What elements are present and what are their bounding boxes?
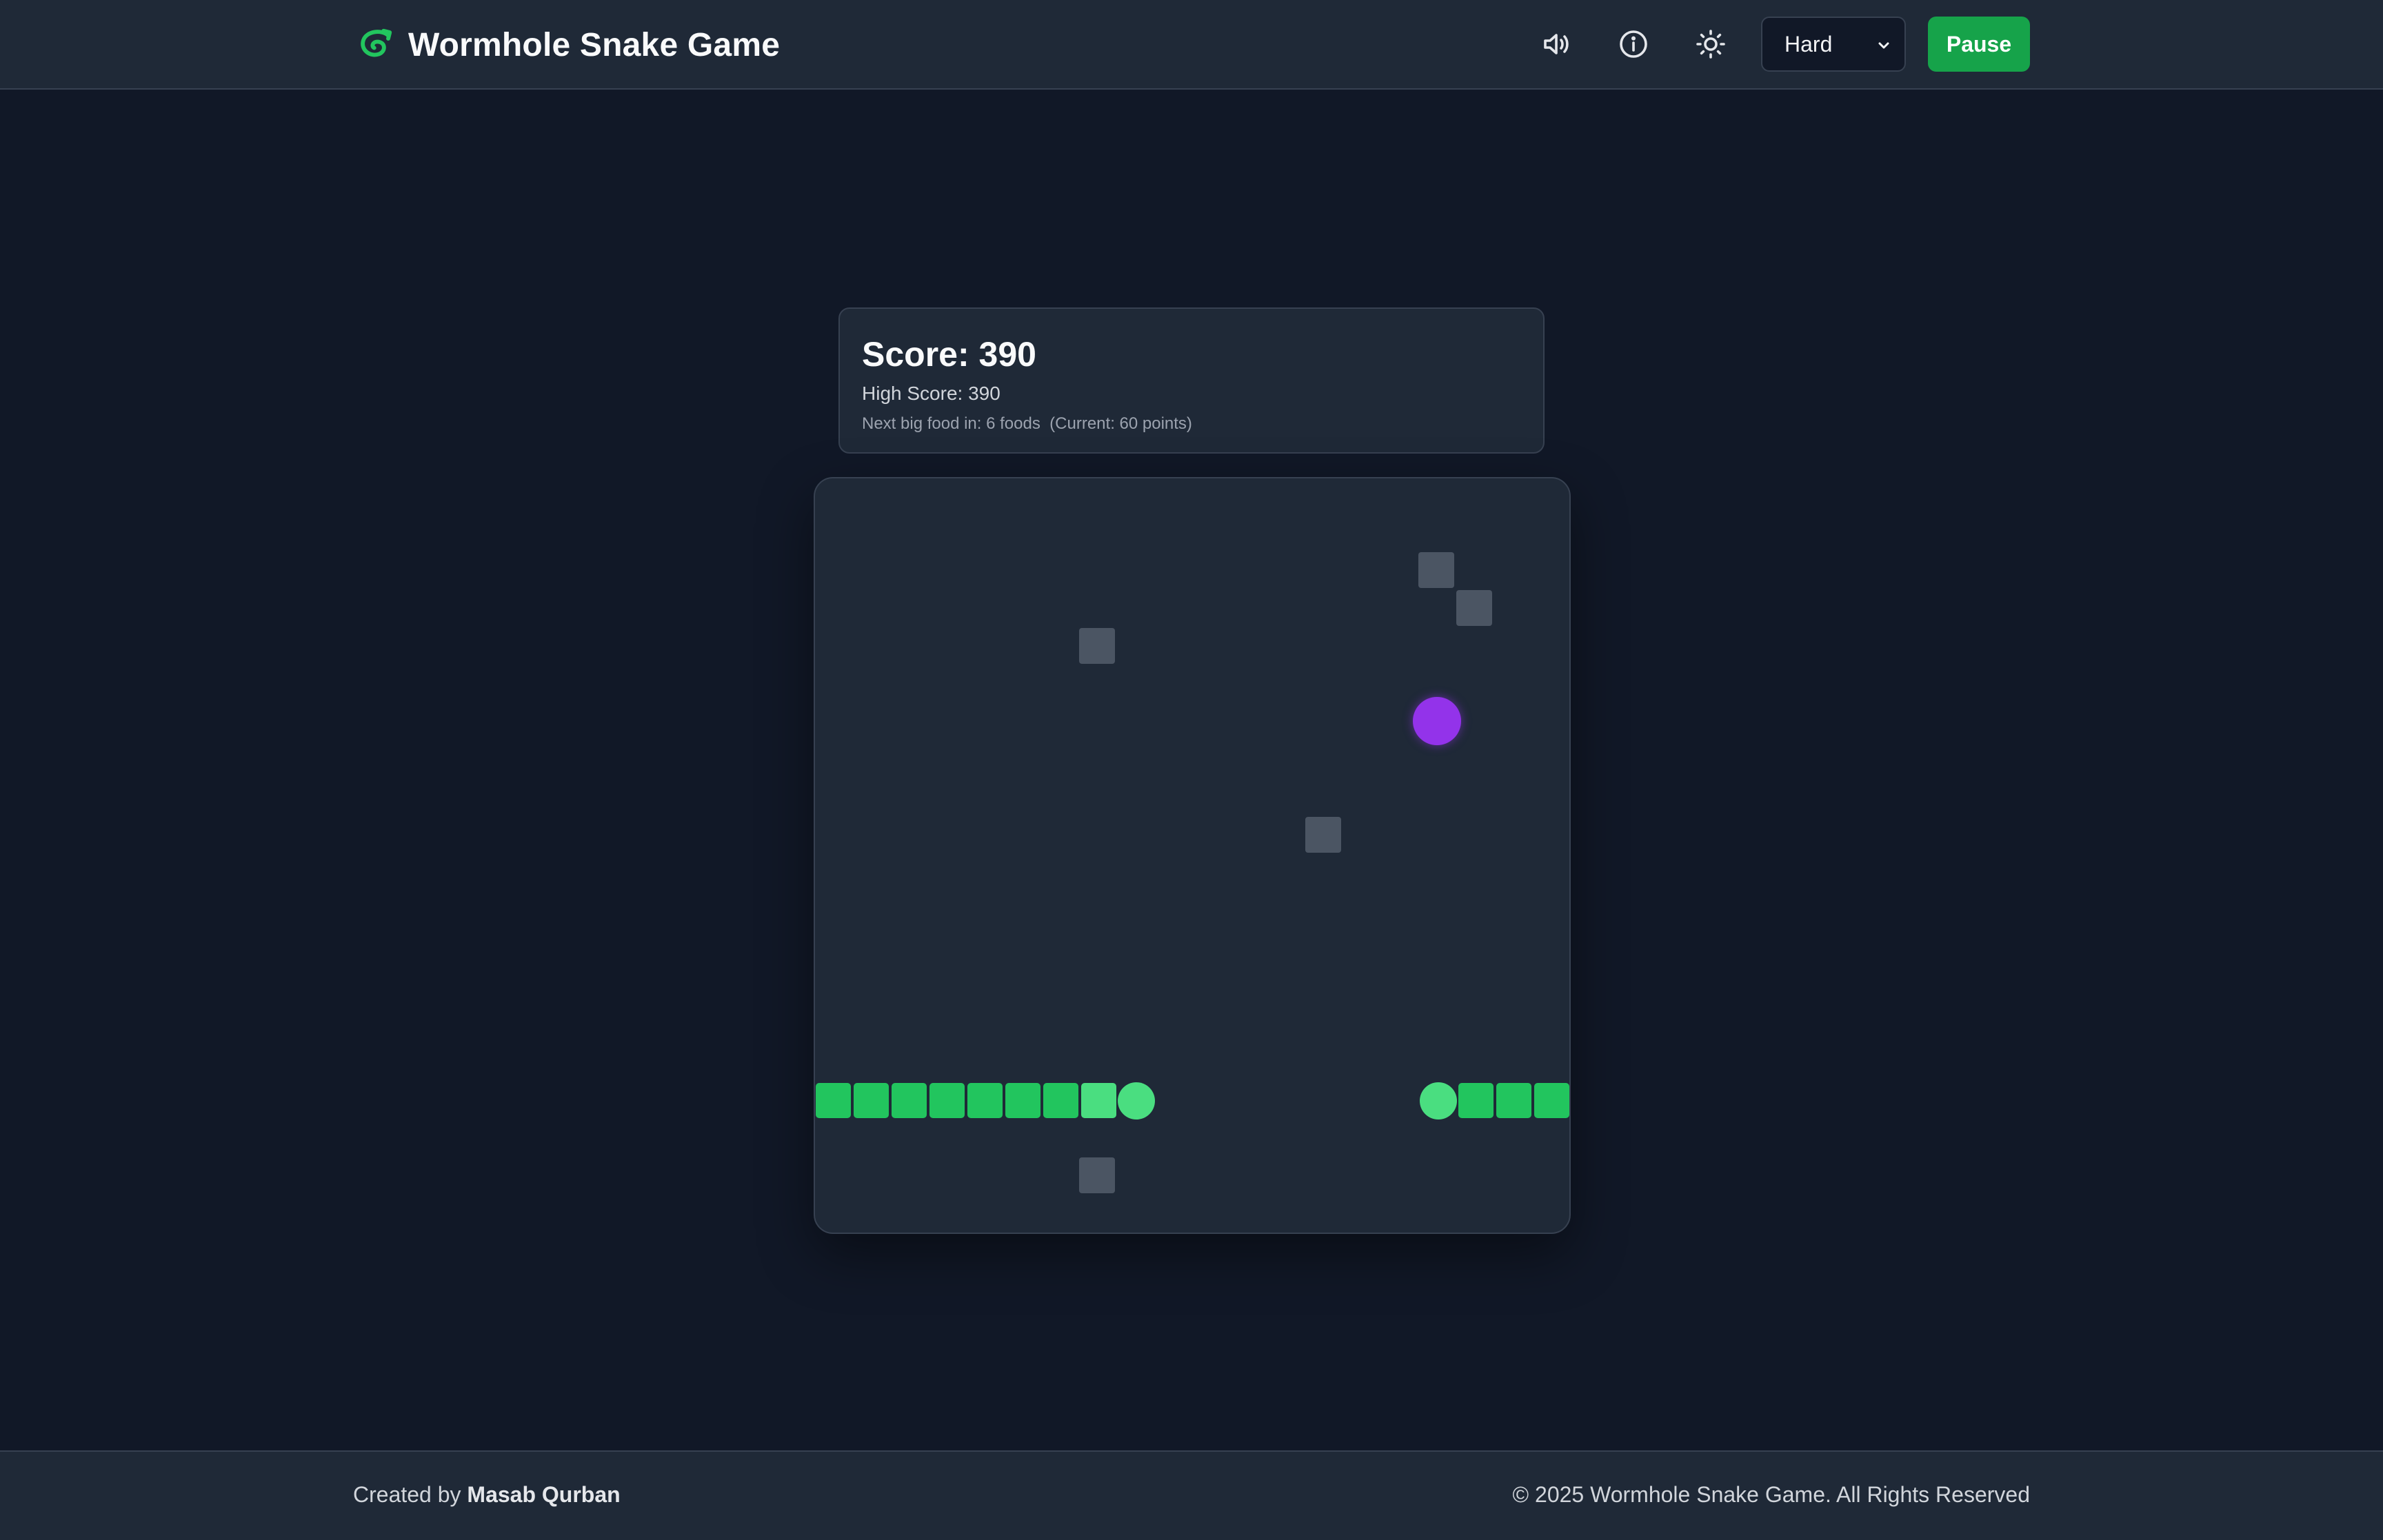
snake-segment xyxy=(1458,1083,1494,1118)
pause-button[interactable]: Pause xyxy=(1928,17,2030,72)
obstacle-block xyxy=(1418,552,1454,588)
difficulty-value: Hard xyxy=(1784,31,1833,57)
top-bar: Wormhole Snake Game Hard Pause xyxy=(0,0,2383,90)
credit-prefix: Created by xyxy=(353,1482,461,1507)
high-score-value: High Score: 390 xyxy=(862,383,1001,404)
snake-head xyxy=(1118,1082,1155,1119)
sound-toggle-button[interactable] xyxy=(1536,23,1577,65)
food-item xyxy=(1413,697,1461,745)
credit-author: Masab Qurban xyxy=(467,1482,621,1507)
footer: Created by Masab Qurban © 2025 Wormhole … xyxy=(0,1450,2383,1540)
chevron-down-icon xyxy=(1878,42,1889,49)
difficulty-select[interactable]: Hard xyxy=(1761,17,1906,72)
snake-segment xyxy=(929,1083,965,1118)
obstacle-block xyxy=(1079,1157,1115,1193)
score-value: Score: 390 xyxy=(862,335,1036,374)
next-big-food-info: Next big food in: 6 foods (Current: 60 p… xyxy=(862,414,1192,433)
snake-segment xyxy=(892,1083,927,1118)
snake-swirl-icon xyxy=(361,28,392,57)
snake-segment xyxy=(1043,1083,1078,1118)
theme-toggle-button[interactable] xyxy=(1690,23,1731,65)
copyright-text: © 2025 Wormhole Snake Game. All Rights R… xyxy=(1512,1482,2030,1507)
snake-segment xyxy=(1081,1083,1116,1118)
obstacle-block xyxy=(1456,590,1492,626)
snake-segment xyxy=(1496,1083,1531,1118)
game-board[interactable] xyxy=(814,477,1571,1234)
sun-icon xyxy=(1696,30,1725,59)
snake-segment xyxy=(854,1083,889,1118)
score-panel: Score: 390 High Score: 390 Next big food… xyxy=(838,307,1545,454)
app-title: Wormhole Snake Game xyxy=(408,26,781,63)
obstacle-block xyxy=(1305,817,1341,853)
obstacle-block xyxy=(1079,628,1115,664)
credit-text: Created by Masab Qurban xyxy=(353,1482,621,1508)
brand: Wormhole Snake Game xyxy=(357,23,780,66)
snake-segment xyxy=(1534,1083,1569,1118)
info-icon xyxy=(1620,30,1647,58)
snake-segment xyxy=(967,1083,1003,1118)
snake-tail-end xyxy=(1420,1082,1457,1119)
volume-icon xyxy=(1544,34,1569,54)
snake-segment xyxy=(1005,1083,1040,1118)
info-button[interactable] xyxy=(1613,23,1654,65)
snake-segment xyxy=(816,1083,851,1118)
